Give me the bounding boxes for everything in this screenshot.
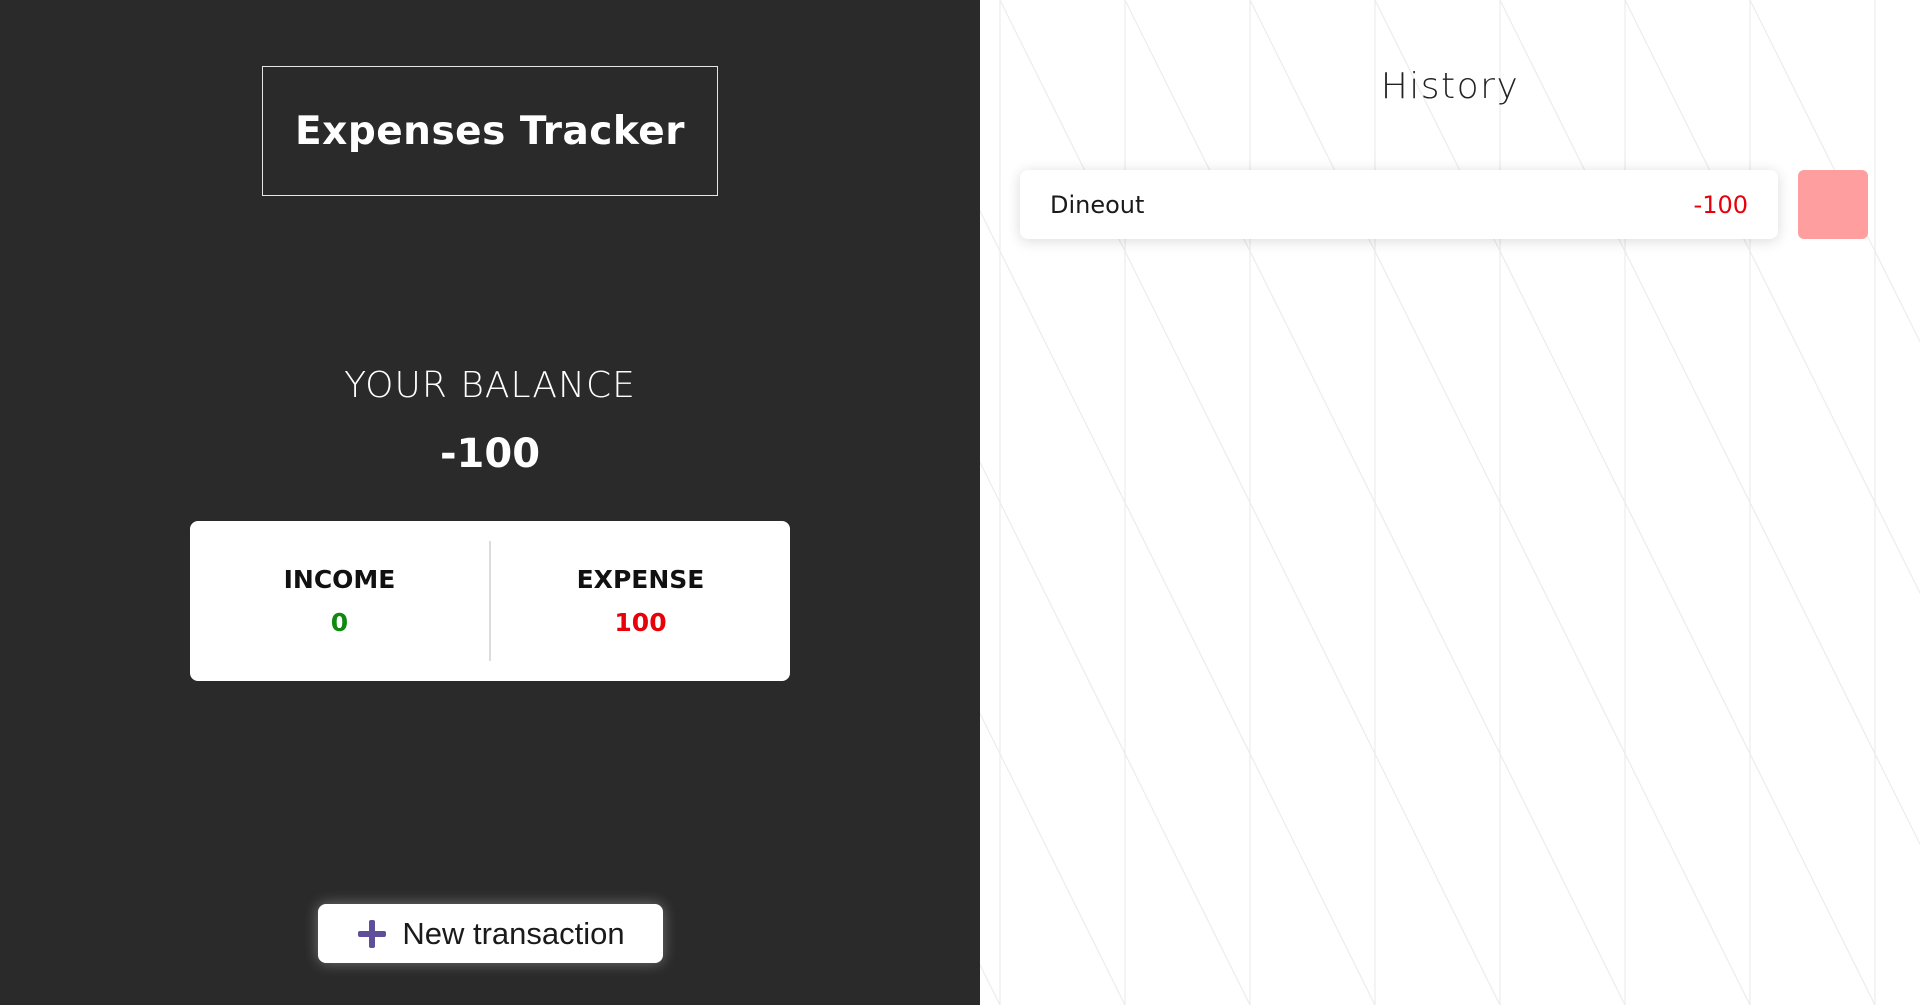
transaction-name: Dineout [1050,190,1145,219]
balance-label: YOUR BALANCE [344,365,636,406]
summary-panel: Expenses Tracker YOUR BALANCE -100 INCOM… [0,0,980,1005]
new-transaction-button[interactable]: New transaction [318,904,663,963]
new-transaction-label: New transaction [402,915,625,951]
app-root: Expenses Tracker YOUR BALANCE -100 INCOM… [0,0,1920,1005]
expense-section: EXPENSE 100 [491,521,790,681]
history-panel: History Dineout -100 [980,0,1920,1005]
app-title: Expenses Tracker [295,108,685,154]
history-title: History [1380,66,1520,107]
expense-label: EXPENSE [576,565,705,594]
income-expense-card: INCOME 0 EXPENSE 100 [190,521,790,681]
income-value: 0 [330,608,349,637]
app-title-box: Expenses Tracker [262,66,718,196]
transaction-row[interactable]: Dineout -100 [1020,170,1778,239]
income-label: INCOME [283,565,396,594]
income-section: INCOME 0 [190,521,489,681]
balance-value: -100 [439,431,541,477]
delete-transaction-button[interactable] [1798,170,1868,239]
expense-value: 100 [614,608,667,637]
plus-icon [356,918,388,950]
transaction-amount: -100 [1693,190,1748,219]
background-line-pattern [980,0,1920,1005]
